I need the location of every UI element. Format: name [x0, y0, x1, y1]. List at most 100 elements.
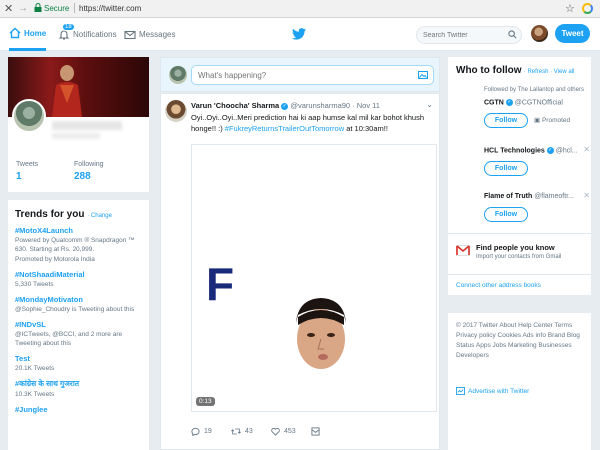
dm-button[interactable] — [311, 427, 351, 436]
gmail-icon — [456, 245, 470, 256]
retweet-button[interactable]: 43 — [231, 427, 271, 436]
video-face-image — [296, 298, 346, 369]
trend-tag: #NotShaadiMaterial — [15, 270, 85, 279]
suggestion-name-line[interactable]: CGTN ✓ @CGTNOfficial — [484, 99, 563, 106]
trend-tag: #Junglee — [15, 405, 48, 414]
connect-other-link[interactable]: Connect other address books — [456, 282, 541, 289]
search-box — [416, 26, 522, 44]
footer-panel: © 2017 Twitter About Help Center Terms P… — [448, 313, 591, 450]
following-stat[interactable]: Following 288 — [74, 161, 104, 182]
reply-icon — [191, 427, 200, 436]
trend-tag: #MotoX4Launch — [15, 226, 73, 235]
trend-tag: #MondayMotivaton — [15, 295, 83, 304]
trend-promo: Promoted by Motorola India — [15, 256, 95, 263]
notifications-badge: 18 — [62, 23, 75, 31]
lock-icon — [34, 3, 42, 12]
following-stat-value: 288 — [74, 171, 91, 182]
twitter-topbar: Home Notifications 18 Messages Tweet — [0, 18, 600, 51]
suggestion-avatar[interactable] — [456, 193, 482, 219]
advertise-link[interactable]: Advertise with Twitter — [456, 387, 529, 395]
browser-toolbar: ✕ → Secure https://twitter.com ☆ — [0, 0, 600, 18]
suggestion-avatar[interactable] — [456, 147, 482, 173]
compose-input[interactable] — [192, 66, 407, 84]
dismiss-icon[interactable]: ✕ — [583, 145, 590, 154]
tweet-header: Varun 'Choocha' Sharma ✓ @varunsharma90 … — [191, 101, 380, 110]
trend-desc: 10.3K Tweets — [15, 391, 55, 398]
twitter-bird-icon[interactable] — [292, 28, 306, 40]
reply-button[interactable]: 19 — [191, 427, 231, 436]
heart-icon — [271, 427, 280, 436]
trend-item[interactable]: #MondayMotivaton @Sophie_Choudry is Twee… — [15, 295, 142, 314]
like-button[interactable]: 453 — [271, 427, 311, 436]
follow-button[interactable]: Follow — [484, 207, 528, 222]
envelope-icon — [124, 30, 136, 39]
tweet-author-avatar[interactable] — [165, 100, 187, 122]
verified-badge-icon: ✓ — [505, 99, 513, 106]
trend-desc: @Sophie_Choudry is Tweeting about this — [15, 306, 135, 313]
divider — [448, 233, 591, 234]
tweet-video[interactable]: F 0:13 — [191, 144, 437, 412]
who-to-follow-title: Who to follow — [456, 65, 522, 76]
tweet-author-name[interactable]: Varun 'Choocha' Sharma — [191, 101, 279, 110]
trend-item[interactable]: #कांग्रेस के साथ गुजरात 10.3K Tweets — [15, 379, 142, 399]
user-avatar-menu[interactable] — [531, 25, 548, 42]
search-input[interactable] — [417, 27, 502, 43]
tweet-button[interactable]: Tweet — [555, 24, 590, 43]
profile-handle-blurred[interactable] — [52, 133, 100, 139]
find-people-title: Find people you know — [476, 243, 555, 252]
dismiss-icon[interactable]: ✕ — [583, 191, 590, 200]
tweet-actions: 19 43 453 — [191, 427, 431, 436]
footer-links[interactable]: © 2017 Twitter About Help Center Terms P… — [456, 321, 583, 361]
tweets-stat[interactable]: Tweets 1 — [16, 161, 38, 182]
trend-desc: @ICTweets, @BCCI, and 2 more are Tweetin… — [15, 331, 123, 347]
profile-avatar[interactable] — [12, 99, 46, 133]
verified-badge-icon: ✓ — [281, 102, 289, 110]
verified-badge-icon: ✓ — [546, 147, 554, 154]
suggestion-name-line[interactable]: Flame of Truth @flameoftr... — [484, 193, 574, 200]
compose-bar — [160, 57, 440, 92]
nav-home[interactable]: Home — [9, 18, 47, 51]
retweet-icon — [231, 428, 241, 435]
video-duration: 0:13 — [196, 397, 215, 406]
tweet-card[interactable]: Varun 'Choocha' Sharma ✓ @varunsharma90 … — [160, 93, 440, 450]
trend-item[interactable]: #MotoX4Launch Powered by Qualcomm ® Snap… — [15, 226, 142, 264]
search-icon[interactable] — [508, 30, 517, 39]
divider — [448, 274, 591, 275]
trend-tag: Test — [15, 354, 30, 363]
suggestion-name-line[interactable]: HCL Technologies ✓ @hcl... — [484, 147, 578, 154]
tweet-author-handle[interactable]: @varunsharma90 · Nov 11 — [290, 101, 380, 110]
follow-button[interactable]: Follow — [484, 161, 528, 176]
trend-item[interactable]: #NotShaadiMaterial 5,330 Tweets — [15, 270, 142, 289]
follow-button[interactable]: Follow — [484, 113, 528, 128]
advertise-icon — [456, 387, 465, 395]
trend-desc: 20.1K Tweets — [15, 365, 55, 372]
trends-panel: Trends for you · Change #MotoX4Launch Po… — [8, 200, 149, 450]
trend-item[interactable]: #INDvSL @ICTweets, @BCCI, and 2 more are… — [15, 320, 142, 348]
trends-change-link[interactable]: · Change — [87, 213, 112, 219]
chevron-down-icon[interactable]: ⌄ — [426, 100, 433, 109]
tweets-stat-label: Tweets — [16, 161, 39, 168]
secure-label: Secure — [44, 4, 70, 13]
forward-icon[interactable]: → — [18, 3, 28, 14]
bookmark-star-icon[interactable]: ☆ — [565, 2, 575, 15]
tweets-stat-value: 1 — [16, 171, 22, 182]
like-count: 453 — [284, 428, 296, 435]
nav-messages-label: Messages — [139, 30, 176, 39]
who-to-follow-links[interactable]: · Refresh · View all — [524, 69, 575, 75]
trend-item[interactable]: Test 20.1K Tweets — [15, 354, 142, 373]
nav-notifications-label: Notifications — [73, 30, 117, 39]
video-letter: F — [206, 258, 235, 310]
suggestion-avatar[interactable] — [456, 99, 482, 125]
profile-card: Tweets 1 Following 288 — [8, 57, 149, 192]
nav-messages[interactable]: Messages — [124, 18, 175, 51]
trend-tag: #INDvSL — [15, 320, 46, 329]
chrome-extension-icon[interactable] — [582, 3, 593, 14]
profile-name-blurred[interactable] — [52, 121, 122, 130]
trend-item[interactable]: #Junglee — [15, 405, 142, 414]
compose-avatar — [169, 66, 187, 84]
followed-by-text[interactable]: Followed by The Lallantop and others — [484, 87, 584, 93]
close-tab-icon[interactable]: ✕ — [4, 2, 13, 15]
image-upload-icon[interactable] — [418, 70, 428, 80]
address-bar[interactable]: https://twitter.com — [79, 4, 141, 13]
tweet-hashtag[interactable]: #FukreyReturnsTrailerOutTomorrow — [225, 124, 344, 133]
